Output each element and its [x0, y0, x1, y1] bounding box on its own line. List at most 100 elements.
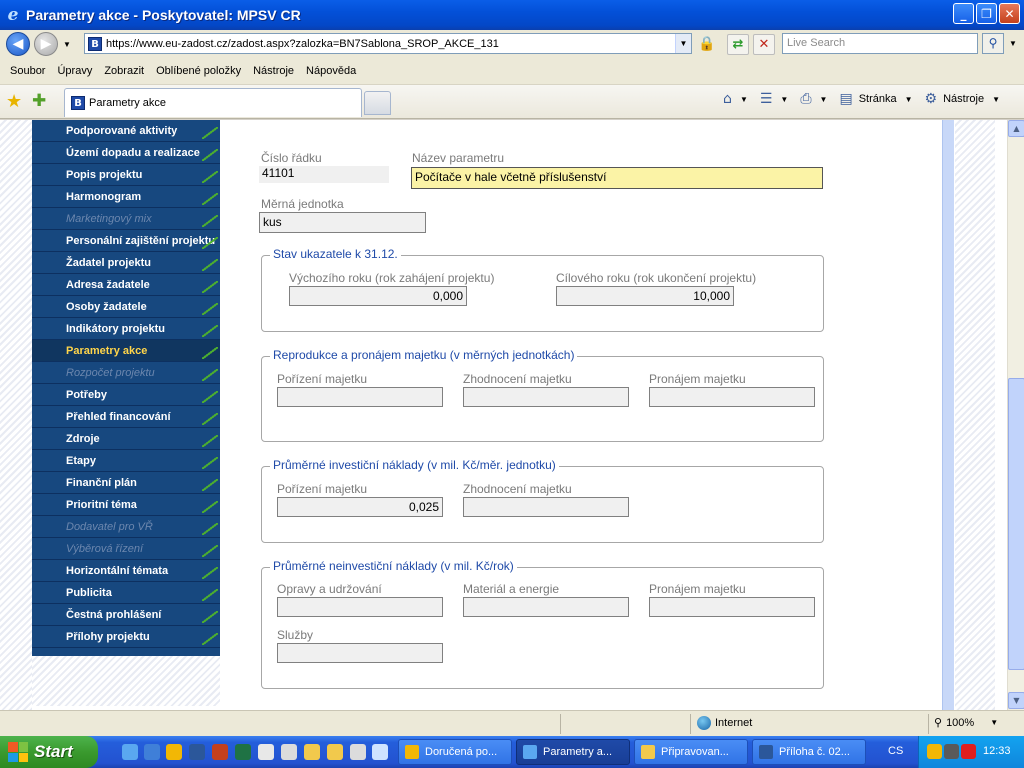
quicklaunch-media-icon[interactable]: [281, 744, 297, 760]
merna-jednotka-field[interactable]: kus: [259, 212, 426, 233]
sidebar-item[interactable]: Zdroje: [32, 428, 220, 450]
address-dropdown-icon[interactable]: ▼: [675, 34, 691, 53]
sidebar-item[interactable]: Čestná prohlášení: [32, 604, 220, 626]
quicklaunch-browser-icon[interactable]: [144, 744, 160, 760]
vychozi-rok-field[interactable]: 0,000: [289, 286, 467, 306]
tools-menu-button[interactable]: Nástroje: [943, 93, 984, 105]
tray-antivirus-icon[interactable]: [961, 744, 976, 759]
add-favorite-icon[interactable]: ✚: [32, 91, 46, 111]
page-menu-button[interactable]: Stránka: [859, 93, 897, 105]
cilovy-rok-field[interactable]: 10,000: [556, 286, 734, 306]
page-dropdown-icon[interactable]: ▼: [905, 95, 913, 104]
menu-nastroje[interactable]: Nástroje: [247, 65, 300, 77]
sidebar-item[interactable]: Etapy: [32, 450, 220, 472]
quicklaunch-notes-icon[interactable]: [304, 744, 320, 760]
sidebar-item[interactable]: Osoby žadatele: [32, 296, 220, 318]
scroll-thumb[interactable]: [1008, 378, 1024, 670]
stav-ukazatele-legend: Stav ukazatele k 31.12.: [270, 247, 401, 261]
menu-soubor[interactable]: Soubor: [4, 65, 51, 77]
sidebar-item[interactable]: Přílohy projektu: [32, 626, 220, 648]
quicklaunch-ie-icon[interactable]: [122, 744, 138, 760]
sidebar-item[interactable]: Žadatel projektu: [32, 252, 220, 274]
feeds-dropdown-icon[interactable]: ▼: [780, 95, 788, 104]
favorites-star-icon[interactable]: ★: [6, 91, 22, 112]
zoom-control[interactable]: ⚲ 100% ▼: [934, 716, 998, 730]
sidebar-item[interactable]: Finanční plán: [32, 472, 220, 494]
nazev-parametru-field[interactable]: Počítače v hale včetně příslušenství: [411, 167, 823, 189]
task-label: Příloha č. 02...: [779, 746, 850, 758]
sluzby-field[interactable]: [277, 643, 443, 663]
home-dropdown-icon[interactable]: ▼: [740, 95, 748, 104]
sidebar-item[interactable]: Harmonogram: [32, 186, 220, 208]
tray-clock-app-icon[interactable]: [927, 744, 942, 759]
inv-zhodnoceni-field[interactable]: [463, 497, 629, 517]
home-icon[interactable]: ⌂: [723, 91, 732, 107]
quicklaunch-app-icon[interactable]: [258, 744, 274, 760]
back-button[interactable]: ◀: [6, 32, 30, 56]
minimize-button[interactable]: _: [953, 3, 974, 24]
print-dropdown-icon[interactable]: ▼: [820, 95, 828, 104]
vertical-scrollbar[interactable]: ▲ ▼: [1007, 120, 1024, 710]
sidebar-item[interactable]: Horizontální témata: [32, 560, 220, 582]
close-button[interactable]: ✕: [999, 3, 1020, 24]
menu-upravy[interactable]: Úpravy: [51, 65, 98, 77]
inv-porizeni-field[interactable]: 0,025: [277, 497, 443, 517]
security-zone[interactable]: Internet: [697, 716, 752, 730]
sidebar-item[interactable]: Parametry akce: [32, 340, 220, 362]
search-icon[interactable]: ⚲: [982, 33, 1004, 54]
maximize-button[interactable]: ❐: [976, 3, 997, 24]
opravy-field[interactable]: [277, 597, 443, 617]
quicklaunch-excel-icon[interactable]: [235, 744, 251, 760]
print-icon[interactable]: ⎙: [800, 91, 811, 107]
quicklaunch-powerpoint-icon[interactable]: [212, 744, 228, 760]
sidebar-item[interactable]: Adresa žadatele: [32, 274, 220, 296]
menu-napoveda[interactable]: Nápověda: [300, 65, 362, 77]
scroll-up-icon[interactable]: ▲: [1008, 120, 1024, 137]
zoom-dropdown-icon[interactable]: ▼: [990, 718, 998, 727]
lock-icon[interactable]: 🔒: [698, 36, 716, 53]
new-tab-button[interactable]: [364, 91, 391, 115]
repro-porizeni-field[interactable]: [277, 387, 443, 407]
sidebar-item[interactable]: Prioritní téma: [32, 494, 220, 516]
taskbar-task[interactable]: Doručená po...: [398, 739, 512, 765]
taskbar: Start Doručená po... Parametry a... Připra…: [0, 736, 1024, 768]
address-field[interactable]: B https://www.eu-zadost.cz/zadost.aspx?z…: [84, 33, 692, 54]
menu-oblibene[interactable]: Oblíbené položky: [150, 65, 247, 77]
search-dropdown-icon[interactable]: ▼: [1006, 33, 1020, 54]
sidebar-item: Marketingový mix: [32, 208, 220, 230]
repro-zhodnoceni-field[interactable]: [463, 387, 629, 407]
menu-zobrazit[interactable]: Zobrazit: [98, 65, 150, 77]
search-input[interactable]: Live Search: [782, 33, 978, 54]
sidebar-item[interactable]: Přehled financování: [32, 406, 220, 428]
neinv-pronajem-field[interactable]: [649, 597, 815, 617]
material-field[interactable]: [463, 597, 629, 617]
repro-pronajem-field[interactable]: [649, 387, 815, 407]
sidebar-item[interactable]: Personální zajištění projektu: [32, 230, 220, 252]
start-button[interactable]: Start: [0, 736, 98, 768]
taskbar-task[interactable]: Připravovan...: [634, 739, 748, 765]
taskbar-task[interactable]: Příloha č. 02...: [752, 739, 866, 765]
stop-button[interactable]: ✕: [753, 34, 775, 55]
tray-security-icon[interactable]: [944, 744, 959, 759]
sidebar-item[interactable]: Území dopadu a realizace: [32, 142, 220, 164]
forward-button[interactable]: ▶: [34, 32, 58, 56]
merna-jednotka-label: Měrná jednotka: [261, 197, 344, 211]
history-dropdown-icon[interactable]: ▼: [61, 40, 73, 49]
sidebar-item[interactable]: Podporované aktivity: [32, 120, 220, 142]
quicklaunch-extra-icon[interactable]: [350, 744, 366, 760]
sidebar-item[interactable]: Publicita: [32, 582, 220, 604]
scroll-down-icon[interactable]: ▼: [1008, 692, 1024, 709]
quicklaunch-folder-icon[interactable]: [327, 744, 343, 760]
refresh-button[interactable]: ⇄: [727, 34, 749, 55]
sidebar-item[interactable]: Popis projektu: [32, 164, 220, 186]
taskbar-task[interactable]: Parametry a...: [516, 739, 630, 765]
tab-parametry-akce[interactable]: B Parametry akce: [64, 88, 362, 117]
language-indicator[interactable]: CS: [888, 745, 903, 757]
quicklaunch-outlook-icon[interactable]: [166, 744, 182, 760]
feeds-icon[interactable]: ☰: [760, 91, 773, 107]
tools-dropdown-icon[interactable]: ▼: [992, 95, 1000, 104]
sidebar-item[interactable]: Potřeby: [32, 384, 220, 406]
quicklaunch-word-icon[interactable]: [189, 744, 205, 760]
quicklaunch-desktop-icon[interactable]: [372, 744, 388, 760]
sidebar-item[interactable]: Indikátory projektu: [32, 318, 220, 340]
